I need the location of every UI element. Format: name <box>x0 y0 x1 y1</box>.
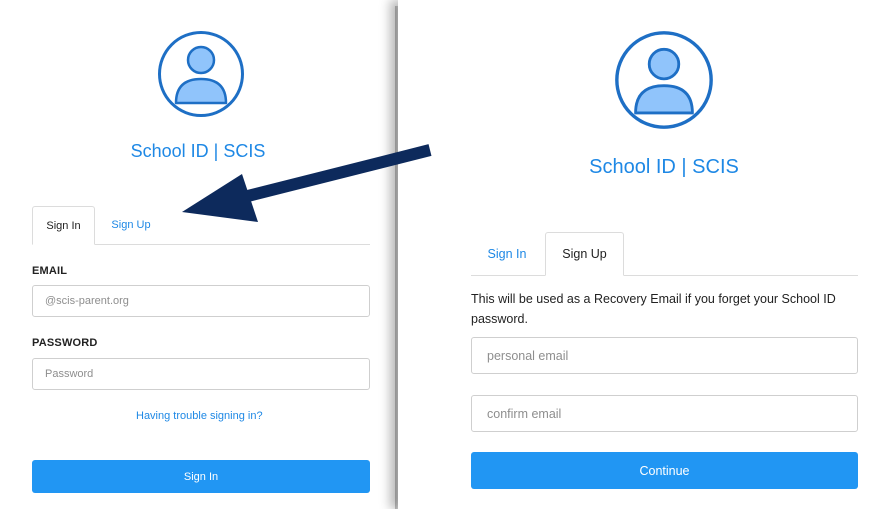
sign-in-button[interactable]: Sign In <box>32 460 370 493</box>
tab-sign-up[interactable]: Sign Up <box>99 206 163 244</box>
pointer-arrow-icon <box>182 144 432 222</box>
email-label: EMAIL <box>32 265 68 277</box>
password-label: PASSWORD <box>32 337 98 349</box>
right-signup-panel: School ID | SCIS Sign In Sign Up This wi… <box>398 0 886 509</box>
auth-tabs: Sign In Sign Up <box>471 232 858 276</box>
trouble-signing-in-link[interactable]: Having trouble signing in? <box>136 410 263 422</box>
tab-sign-in[interactable]: Sign In <box>471 232 543 275</box>
email-input[interactable] <box>32 285 370 317</box>
tab-sign-up[interactable]: Sign Up <box>545 232 624 276</box>
user-avatar-icon <box>615 31 713 129</box>
tab-sign-in[interactable]: Sign In <box>32 206 95 245</box>
continue-button[interactable]: Continue <box>471 452 858 489</box>
user-avatar-icon <box>158 31 244 117</box>
password-input[interactable] <box>32 358 370 390</box>
personal-email-input[interactable] <box>471 337 858 374</box>
left-signin-panel: School ID | SCIS Sign In Sign Up EMAIL P… <box>0 0 396 509</box>
confirm-email-input[interactable] <box>471 395 858 432</box>
recovery-email-description: This will be used as a Recovery Email if… <box>471 292 836 326</box>
brand-title: School ID | SCIS <box>589 156 739 178</box>
